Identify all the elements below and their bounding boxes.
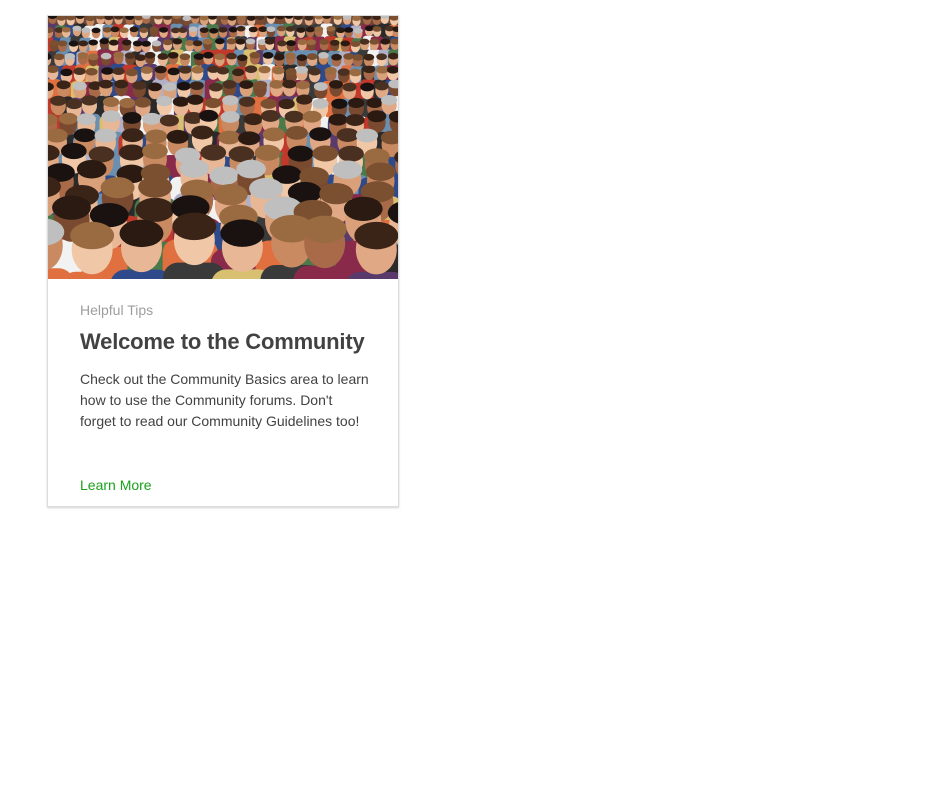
card-description: Check out the Community Basics area to l… [80,371,369,429]
card-title: Welcome to the Community [80,329,365,354]
crowd-image [48,16,398,279]
card-eyebrow: Helpful Tips [80,302,154,318]
community-card: Helpful Tips Welcome to the Community Ch… [47,15,399,507]
learn-more-link[interactable]: Learn More [80,476,152,494]
crowd-photo [48,16,398,279]
